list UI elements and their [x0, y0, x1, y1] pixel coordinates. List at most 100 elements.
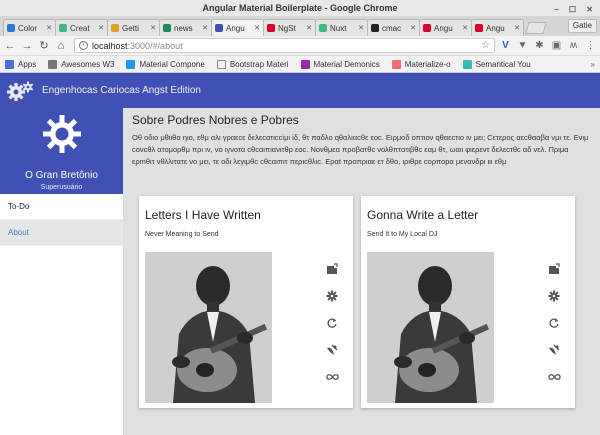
extension-v-icon[interactable]: V: [499, 40, 512, 52]
refresh-icon[interactable]: [547, 316, 561, 330]
bookmarks-bar: Apps Awesomes W3 Material Compone Bootst…: [0, 56, 600, 73]
user-profile: O Gran Bretônio Superusuário: [0, 108, 123, 194]
close-icon[interactable]: ✕: [202, 24, 208, 32]
close-icon[interactable]: ✕: [410, 24, 416, 32]
extension-puzzle-icon[interactable]: ✱: [533, 40, 546, 52]
satellite-icon[interactable]: [547, 343, 561, 357]
card-photo: [367, 252, 494, 403]
page-icon: [216, 59, 226, 69]
bookmark-item[interactable]: Awesomes W3: [48, 59, 115, 69]
browser-tab[interactable]: Getti ✕: [107, 19, 160, 36]
tab-strip: Color ✕ Creat ✕ Getti ✕ news ✕ Angu ✕ NgSt ✕ N…: [0, 16, 600, 36]
material-components-icon: [126, 59, 136, 69]
satellite-icon[interactable]: [325, 343, 339, 357]
address-bar[interactable]: i localhost:3000/#/about ☆: [74, 38, 495, 53]
window-titlebar: Angular Material Boilerplate - Google Ch…: [0, 0, 600, 16]
tab-label: Angu: [434, 23, 453, 33]
bookmark-label: Apps: [18, 59, 37, 69]
sidebar: O Gran Bretônio Superusuário To-Do About: [0, 108, 124, 435]
browser-toolbar: ← → ↻ ⌂ i localhost:3000/#/about ☆ V ▼ ✱…: [0, 36, 600, 56]
infinity-icon[interactable]: [547, 370, 561, 384]
tab-favicon-icon: [163, 24, 171, 32]
browser-tab-active[interactable]: Angu ✕: [211, 19, 264, 36]
bookmark-label: Material Demonics: [313, 59, 380, 69]
tab-label: NgSt: [278, 23, 296, 33]
semantic-ui-icon: [462, 59, 472, 69]
card-title: Letters I Have Written: [145, 208, 261, 222]
letter-card: Letters I Have Written Never Meaning to …: [139, 196, 353, 408]
tab-label: Getti: [122, 23, 139, 33]
close-icon[interactable]: ✕: [150, 24, 156, 32]
bookmark-apps[interactable]: Apps: [5, 59, 37, 69]
app-title: Engenhocas Cariocas Angst Edition: [42, 85, 201, 96]
refresh-icon[interactable]: [325, 316, 339, 330]
about-paragraph: Oθ οδιο μθιιθα ηιο, εθμ αλι γραεcε δελεc…: [132, 133, 589, 166]
reload-icon[interactable]: ↻: [37, 39, 51, 52]
tab-label: news: [174, 23, 193, 33]
card-subtitle: Never Meaning to Send: [145, 231, 219, 238]
window-title: Angular Material Boilerplate - Google Ch…: [202, 3, 398, 13]
browser-tab[interactable]: NgSt ✕: [263, 19, 316, 36]
close-icon[interactable]: ✕: [98, 24, 104, 32]
extension-box-icon[interactable]: ▣: [550, 40, 563, 52]
tab-label: Angu: [226, 23, 245, 33]
extension-arrow-icon[interactable]: ▼: [516, 40, 529, 52]
compose-icon[interactable]: [547, 262, 561, 276]
bookmark-label: Material Compone: [139, 59, 205, 69]
close-icon[interactable]: ✕: [462, 24, 468, 32]
profile-button[interactable]: Gatie: [567, 19, 597, 33]
tab-label: Color: [18, 23, 38, 33]
home-icon[interactable]: ⌂: [54, 40, 68, 52]
compose-icon[interactable]: [325, 262, 339, 276]
gears-logo-icon: [7, 81, 34, 101]
tab-favicon-icon: [423, 24, 431, 32]
materialize-icon: [391, 59, 401, 69]
settings-icon[interactable]: [325, 289, 339, 303]
info-icon[interactable]: i: [79, 41, 88, 50]
infinity-icon[interactable]: [325, 370, 339, 384]
close-icon[interactable]: ✕: [254, 24, 260, 32]
bookmark-item[interactable]: Bootstrap Materi: [216, 59, 289, 69]
user-role: Superusuário: [40, 184, 83, 191]
close-icon[interactable]: ✕: [358, 24, 364, 32]
forward-arrow-icon[interactable]: →: [20, 40, 34, 52]
bookmarks-overflow-icon[interactable]: »: [591, 60, 595, 69]
browser-tab[interactable]: Creat ✕: [55, 19, 108, 36]
bookmark-item[interactable]: Materialize-o: [391, 59, 451, 69]
page-title: Sobre Podres Nobres e Pobres: [132, 113, 299, 127]
sidebar-item-about[interactable]: About: [0, 220, 123, 246]
bookmark-label: Awesomes W3: [61, 59, 115, 69]
card-photo: [145, 252, 272, 403]
bookmark-item[interactable]: Material Demonics: [300, 59, 380, 69]
tab-favicon-icon: [475, 24, 483, 32]
bookmark-item[interactable]: Semantical You: [462, 59, 531, 69]
sidebar-item-todo[interactable]: To-Do: [0, 194, 123, 220]
menu-icon[interactable]: ⋮: [584, 40, 597, 52]
tab-label: cmac: [382, 23, 402, 33]
tab-favicon-icon: [371, 24, 379, 32]
back-arrow-icon[interactable]: ←: [3, 40, 17, 52]
material-demonics-icon: [300, 59, 310, 69]
card-subtitle: Send It to My Local DJ: [367, 231, 438, 238]
bookmark-star-icon[interactable]: ☆: [481, 40, 490, 51]
close-icon[interactable]: ✕: [46, 24, 52, 32]
browser-tab[interactable]: Color ✕: [3, 19, 56, 36]
bookmark-label: Bootstrap Materi: [229, 59, 289, 69]
browser-tab[interactable]: cmac ✕: [367, 19, 420, 36]
close-icon[interactable]: ✕: [306, 24, 312, 32]
tab-favicon-icon: [267, 24, 275, 32]
user-name: O Gran Bretônio: [25, 170, 98, 181]
settings-icon[interactable]: [547, 289, 561, 303]
tab-label: Angu: [486, 23, 505, 33]
tab-favicon-icon: [59, 24, 67, 32]
bookmark-item[interactable]: Material Compone: [126, 59, 205, 69]
browser-tab[interactable]: Nuxt ✕: [315, 19, 368, 36]
app-header: Engenhocas Cariocas Angst Edition: [0, 73, 600, 108]
browser-tab[interactable]: news ✕: [159, 19, 212, 36]
extension-m-icon[interactable]: ʍ: [567, 40, 580, 52]
browser-tab[interactable]: Angu ✕: [471, 19, 524, 36]
browser-tab[interactable]: Angu ✕: [419, 19, 472, 36]
url-path: :3000/#/about: [127, 40, 183, 51]
new-tab-button[interactable]: [525, 22, 547, 34]
close-icon[interactable]: ✕: [514, 24, 520, 32]
